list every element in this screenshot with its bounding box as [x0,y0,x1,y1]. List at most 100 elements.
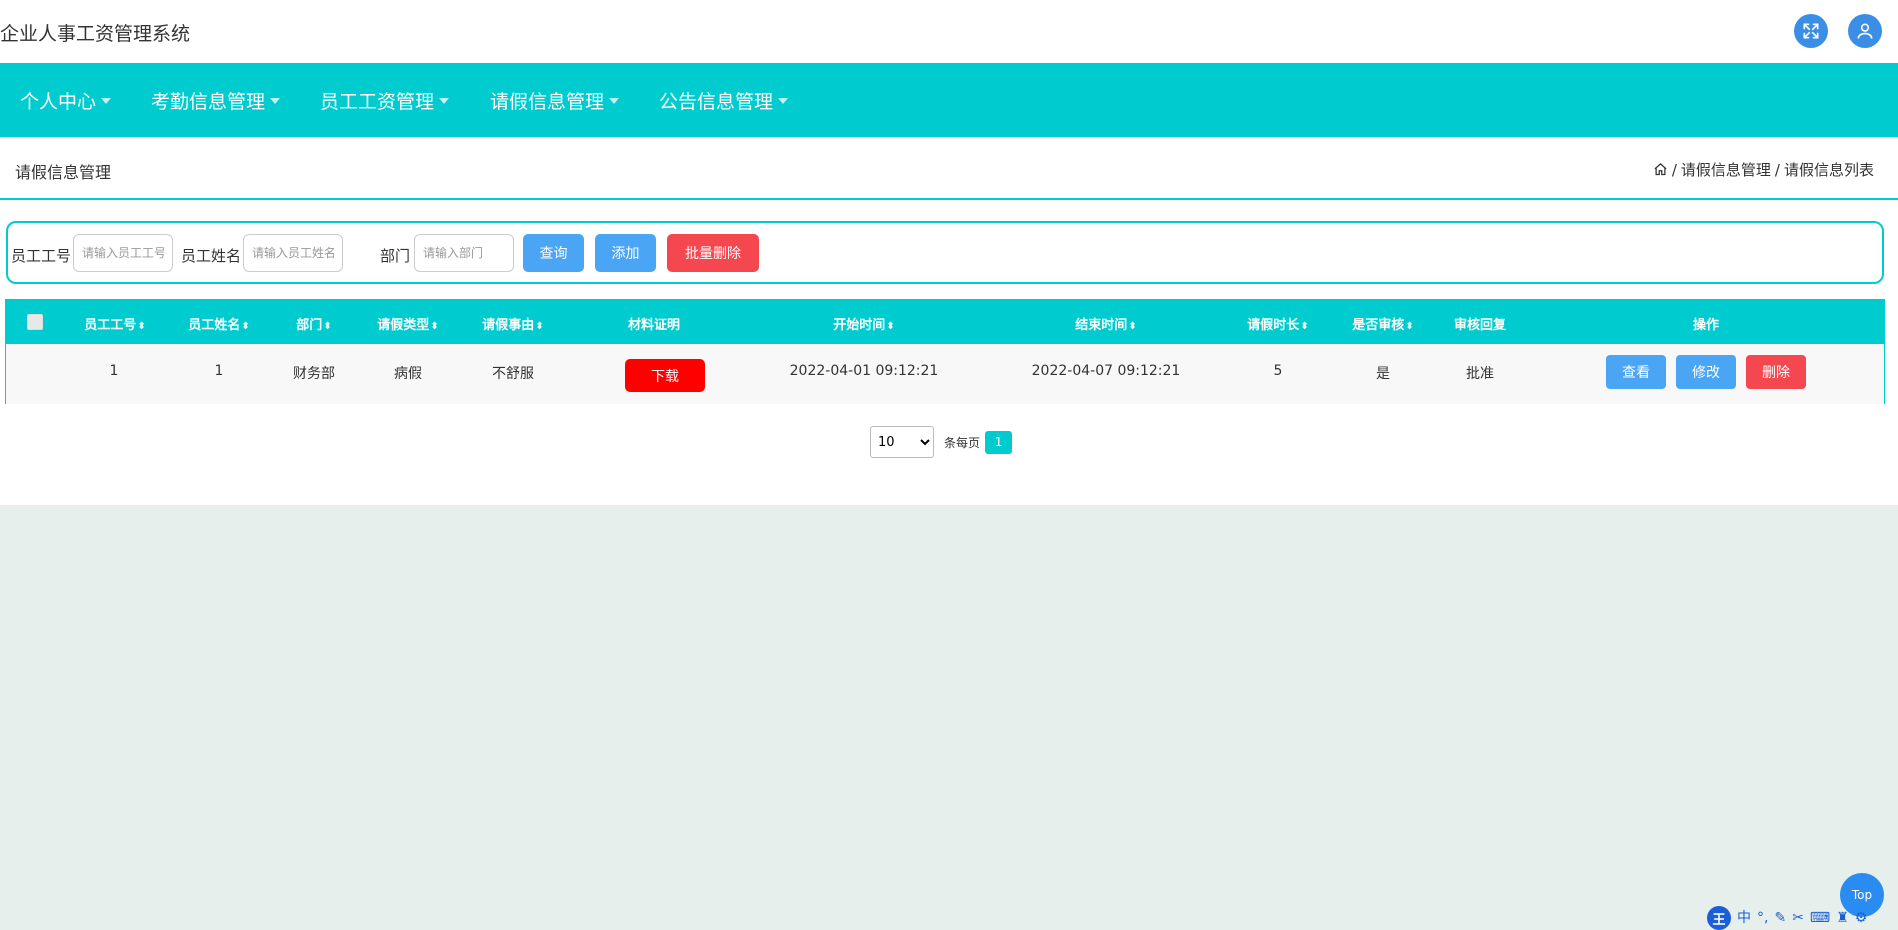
emp-name-input[interactable] [243,234,343,272]
edit-button[interactable]: 修改 [1676,355,1736,389]
header-label: 员工工号 [84,318,137,333]
breadcrumb-separator: / [1774,160,1780,179]
breadcrumb-section[interactable]: 请假信息管理 [1681,159,1771,180]
keyboard-icon[interactable]: ⌨ [1810,911,1830,925]
nav-item-leave[interactable]: 请假信息管理 [490,87,620,114]
cell-emp-name: 1 [214,363,224,379]
nav-item-notice[interactable]: 公告信息管理 [659,87,789,114]
table-row: 1 1 财务部 病假 不舒服 下载 2022-04-01 09:12:21 20… [6,344,1884,404]
cell-leave-type: 病假 [394,366,422,382]
header-material: 材料证明 [627,318,681,333]
breadcrumb-current: 请假信息列表 [1783,161,1874,179]
header-label: 部门 [296,318,323,333]
fullscreen-icon[interactable] [1794,14,1828,48]
top-bar: 企业人事工资管理系统 [0,0,1898,63]
header-label: 员工姓名 [188,318,241,333]
view-button[interactable]: 查看 [1606,355,1666,389]
header-label: 请假事由 [482,318,535,333]
sort-icon: ⬍ [323,321,332,332]
nav-item-salary[interactable]: 员工工资管理 [320,87,450,114]
sort-icon: ⬍ [886,321,895,332]
header-start-time[interactable]: 开始时间⬍ [833,314,894,333]
skin-icon[interactable]: ♜ [1836,911,1849,925]
page-button-1[interactable]: 1 [985,430,1013,454]
per-page-label: 条每页 [944,435,981,450]
header-reviewed[interactable]: 是否审核⬍ [1352,314,1413,333]
nav-item-label: 考勤信息管理 [151,91,266,113]
header-label: 开始时间 [833,318,886,333]
cell-start-time: 2022-04-01 09:12:21 [789,363,939,379]
ime-mode-toggle[interactable]: 中 [1737,911,1751,925]
nav-item-label: 员工工资管理 [320,91,435,113]
nav-item-label: 请假信息管理 [490,91,605,113]
ime-toolbar: 王 中 °, ✎ ✂ ⌨ ♜ ⚙ [1707,906,1867,930]
sort-icon: ⬍ [241,321,250,332]
page-size-select[interactable]: 10203050 [870,426,934,458]
user-icon[interactable] [1848,14,1882,48]
caret-down-icon [439,97,450,104]
header-emp-name[interactable]: 员工姓名⬍ [188,314,249,333]
select-all-checkbox[interactable] [27,314,43,330]
cell-dept: 财务部 [293,366,335,382]
leave-table: 员工工号⬍ 员工姓名⬍ 部门⬍ 请假类型⬍ 请假事由⬍ 材料证明 开始时间⬍ 结… [5,299,1885,404]
cell-emp-no: 1 [109,363,119,379]
breadcrumb: / 请假信息管理 / 请假信息列表 [1653,159,1874,180]
header-leave-reason[interactable]: 请假事由⬍ [482,314,543,333]
caret-down-icon [270,97,281,104]
header-actions: 操作 [1692,318,1720,333]
header-end-time[interactable]: 结束时间⬍ [1075,314,1136,333]
settings-icon[interactable]: ⚙ [1855,911,1868,925]
main-nav: 个人中心 考勤信息管理 员工工资管理 请假信息管理 公告信息管理 [0,63,1898,137]
page-title: 请假信息管理 [15,163,112,182]
nav-item-attendance[interactable]: 考勤信息管理 [151,87,281,114]
table-header: 员工工号⬍ 员工姓名⬍ 部门⬍ 请假类型⬍ 请假事由⬍ 材料证明 开始时间⬍ 结… [6,300,1884,344]
ime-punctuation-toggle[interactable]: °, [1757,911,1768,925]
download-button[interactable]: 下载 [625,359,705,392]
header-dept[interactable]: 部门⬍ [296,314,331,333]
cell-end-time: 2022-04-07 09:12:21 [1031,363,1181,379]
header-label: 结束时间 [1075,318,1128,333]
add-button[interactable]: 添加 [595,234,656,272]
nav-item-label: 公告信息管理 [659,91,774,113]
caret-down-icon [609,97,620,104]
pagination: 10203050 条每页 1 [870,426,1013,458]
header-emp-no[interactable]: 员工工号⬍ [84,314,145,333]
caret-down-icon [778,97,789,104]
header-label: 是否审核 [1352,318,1405,333]
emp-no-input[interactable] [73,234,173,272]
sort-icon: ⬍ [1300,321,1309,332]
caret-down-icon [101,97,112,104]
batch-delete-button[interactable]: 批量删除 [667,234,759,272]
emp-name-label: 员工姓名 [181,247,242,265]
nav-item-label: 个人中心 [20,91,97,113]
cell-review-reply: 批准 [1466,366,1494,382]
emp-no-label: 员工工号 [11,247,72,265]
sort-icon: ⬍ [1405,321,1414,332]
home-icon[interactable] [1653,162,1668,177]
pen-icon[interactable]: ✎ [1774,911,1786,925]
dept-label: 部门 [380,247,411,265]
app-title: 企业人事工资管理系统 [0,23,191,45]
header-duration[interactable]: 请假时长⬍ [1247,314,1308,333]
ime-logo-icon[interactable]: 王 [1707,906,1731,930]
cell-duration: 5 [1273,363,1283,379]
query-button[interactable]: 查询 [523,234,584,272]
breadcrumb-separator: / [1671,160,1677,179]
cell-leave-reason: 不舒服 [492,366,534,382]
sort-icon: ⬍ [430,321,439,332]
header-label: 请假时长 [1247,318,1300,333]
main-content: 请假信息管理 / 请假信息管理 / 请假信息列表 员工工号 员工姓名 部门 查询… [0,137,1898,505]
sort-icon: ⬍ [137,321,146,332]
header-review-reply: 审核回复 [1453,318,1507,333]
header-label: 请假类型 [377,318,430,333]
sort-icon: ⬍ [535,321,544,332]
search-form: 员工工号 员工姓名 部门 查询 添加 批量删除 [6,221,1884,284]
sort-icon: ⬍ [1128,321,1137,332]
delete-button[interactable]: 删除 [1746,355,1806,389]
scissors-icon[interactable]: ✂ [1792,911,1804,925]
title-divider [0,198,1898,200]
header-leave-type[interactable]: 请假类型⬍ [377,314,438,333]
nav-item-personal-center[interactable]: 个人中心 [20,87,112,114]
dept-input[interactable] [414,234,514,272]
cell-reviewed: 是 [1376,366,1390,382]
